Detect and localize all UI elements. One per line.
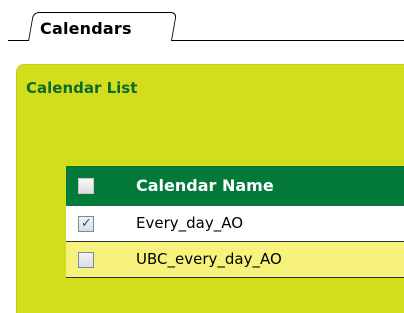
panel-title: Calendar List [26, 79, 138, 97]
tab-baseline [172, 40, 404, 41]
tab-baseline [8, 40, 30, 41]
row-checkbox[interactable] [78, 252, 94, 268]
checkmark-icon: ✓ [81, 216, 92, 231]
calendar-name-cell: UBC_every_day_AO [136, 250, 282, 268]
tab-strip: Calendars [0, 0, 404, 44]
table-row[interactable]: UBC_every_day_AO [66, 242, 404, 278]
row-checkbox[interactable]: ✓ [78, 216, 94, 232]
calendar-name-cell: Every_day_AO [136, 214, 244, 232]
tab-calendars-label[interactable]: Calendars [40, 19, 132, 38]
table-row[interactable]: ✓ Every_day_AO [66, 206, 404, 242]
calendar-table: Calendar Name ✓ Every_day_AO UBC_every_d… [66, 166, 404, 278]
column-header-calendar-name[interactable]: Calendar Name [136, 176, 274, 195]
select-all-checkbox[interactable] [78, 178, 94, 194]
table-header: Calendar Name [66, 166, 404, 206]
